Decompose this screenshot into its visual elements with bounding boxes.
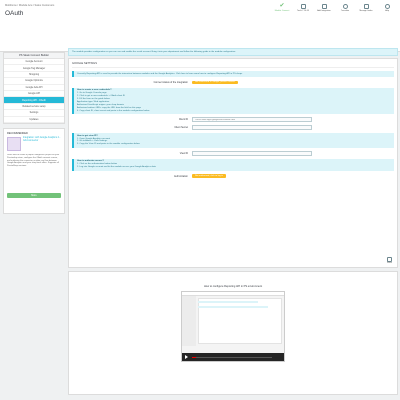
help-icon [384,4,390,9]
page-title: OAuth [5,10,24,17]
recommended-product[interactable]: Integration: with Google Analytics 4 - G… [7,136,61,151]
video-title: How to configure Reporting API in PS env… [203,285,263,288]
client-id-label: Client ID [178,118,188,122]
toolbar-button-module-connect[interactable]: ✔ Module Connect [273,3,291,12]
authorization-row: Authorization Not authorized, click to l… [72,174,394,179]
sidebar-item-updates[interactable]: Updates [4,117,64,123]
toolbar-label: Add Integration [317,10,331,12]
video-panel: How to configure Reporting API in PS env… [68,271,398,395]
breadcrumb[interactable]: Mobilisme / Module Ace / Sales Customers [5,4,54,7]
client-id-row: Client ID [72,117,394,122]
video-frame-header [182,292,284,296]
status-badge: Not connected to Google, please connect [192,80,239,84]
info-box-view-id: How to get view ID? 1. Open Google Analy… [72,133,394,148]
top-header: Mobilisme / Module Ace / Sales Customers… [0,0,400,52]
video-progress-fill [192,357,196,358]
info-box-intro: Currently Reporting API is used to provi… [72,71,394,77]
module-menu: PS Sleek Connect Builder Google Account … [3,52,65,124]
toolbar-button-help[interactable]: Help [378,4,396,12]
video-frame-info-bar [198,301,258,303]
panel-title: GOOGLE SETTINGS [72,62,394,68]
left-column: PS Sleek Connect Builder Google Account … [3,52,65,214]
client-secret-input[interactable] [192,125,312,130]
toolbar-button-add-integration[interactable]: Add Integration [315,4,333,12]
status-row: Connect status of the integration Not co… [72,80,394,85]
toolbar-label: Help [384,10,390,12]
plus-icon [321,4,327,9]
toolbar-label: Manage hooks [359,10,373,12]
recommended-title: RECOMMENDED [7,131,28,135]
status-label: Connect status of the integration [153,80,188,84]
video-controls [182,353,284,361]
hook-icon [363,4,369,9]
more-button[interactable]: More [7,192,61,198]
play-icon[interactable] [185,355,188,359]
toolbar-label: Translate [340,10,350,12]
info-box-credentials: How to create a new credentials? 1. Go t… [72,87,394,115]
toolbar-button-translate[interactable]: Translate [336,4,354,12]
authorization-button[interactable]: Not authorized, click to log in [192,174,226,178]
info-line: 3. Copy the View ID and paste in the mod… [77,143,140,146]
save-button[interactable]: Save [387,257,392,264]
info-title: How to get view ID? [77,134,98,137]
view-id-row: View ID [72,151,394,156]
view-id-label: View ID [179,151,188,155]
toolbar: ✔ Module Connect Tools 7.14.69 Add Integ… [273,3,396,12]
product-image[interactable] [7,136,21,151]
info-notice: The module provides configuration so you… [68,48,398,56]
client-secret-row: Client Secret [72,125,394,130]
product-description: Learn how to create a proper Google API … [7,153,60,168]
toolbar-label: Module Connect [274,10,290,12]
authorization-label: Authorization [174,174,188,178]
video-frame-content [198,298,282,344]
save-label: Save [387,262,392,264]
view-id-input[interactable] [192,151,312,156]
recommended-panel: RECOMMENDED Integration: with Google Ana… [3,127,65,214]
toolbar-button-manage-hooks[interactable]: Manage hooks [357,4,375,12]
globe-icon [342,4,348,9]
tools-icon [300,4,306,9]
info-box-authorize: How to authorize access? 1. Click on the… [72,158,394,171]
video-frame-info-bar [198,306,268,308]
tutorial-video[interactable] [181,291,285,362]
toolbar-button-tools[interactable]: Tools 7.14.69 [294,4,312,12]
video-progress-bar[interactable] [192,357,272,358]
product-name[interactable]: Integration: with Google Analytics 4 - G… [23,137,61,151]
video-frame-sidebar [182,296,196,346]
client-secret-label: Client Secret [174,126,188,130]
info-line: 2. Log into Google account and let the m… [77,166,156,169]
client-id-input[interactable] [192,117,312,122]
info-line: 4. Copy client ID, client secret and pas… [77,109,150,112]
info-title: How to authorize access? [77,160,104,163]
check-icon: ✔ [279,3,285,9]
toolbar-label: Tools 7.14.69 [297,10,309,12]
settings-panel: GOOGLE SETTINGS Currently Reporting API … [68,58,398,268]
